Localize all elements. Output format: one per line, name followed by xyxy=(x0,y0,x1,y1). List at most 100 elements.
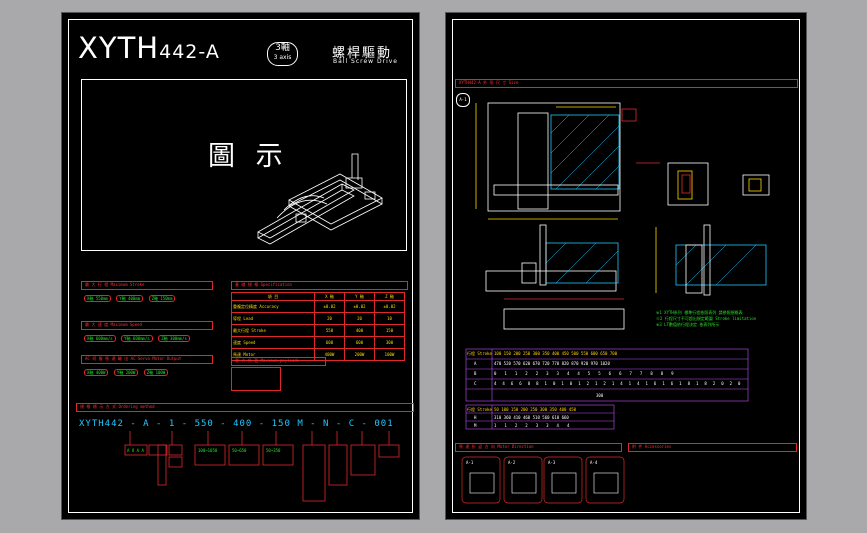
table1-cell: 450 xyxy=(561,351,569,356)
table1-cell: 10 xyxy=(544,381,562,386)
table1-cell: 1020 xyxy=(600,361,610,366)
motor-option-a2: A-2 xyxy=(508,460,516,465)
table1-cell: 920 xyxy=(580,361,589,366)
table2-cell: 2 xyxy=(514,423,526,428)
table1-cell: 20 xyxy=(729,381,746,386)
table1-cell: 2 xyxy=(525,371,536,376)
table1-cell: 14 xyxy=(628,381,646,386)
table1-cell: 770 xyxy=(551,361,560,366)
table1-cell: 8 xyxy=(650,371,661,376)
table1-cell: 670 xyxy=(532,361,540,366)
table2-cell: 1 xyxy=(494,423,505,428)
table1-row-label-b: B xyxy=(474,371,477,376)
table2-cell: 510 xyxy=(532,415,540,420)
table1-cell: 16 xyxy=(645,381,663,386)
table2-cell: 250 xyxy=(530,407,538,412)
table1-cell: 8 xyxy=(536,381,545,386)
table1-cell: 700 xyxy=(609,351,618,356)
table1-cell: 650 xyxy=(600,351,608,356)
table1-cell: 150 xyxy=(503,351,511,356)
table1-cell: 12 xyxy=(578,381,596,386)
table2-cell: 560 xyxy=(542,415,550,420)
section-motor-direction: 馬 達 折 返 方 向 Motor Direction xyxy=(455,443,622,452)
table2-row-label-h: H xyxy=(474,415,477,420)
table2-row-label-m: M xyxy=(474,423,477,428)
table1-cell: 4 xyxy=(577,371,588,376)
svg-text:A O A A: A O A A xyxy=(127,448,144,453)
table2-cell: 200 xyxy=(520,407,528,412)
table2-cell: 3 xyxy=(546,423,557,428)
table1-cell: 0 xyxy=(494,371,505,376)
table1-row-a: 470 520 570 620 670 720 770 820 870 920 … xyxy=(494,361,746,366)
table2-cell: 300 xyxy=(539,407,548,412)
table1-cell: 10 xyxy=(561,381,579,386)
section-accessories-label: 附 件 Accessories xyxy=(632,444,672,449)
table1-cell: 4 xyxy=(502,381,511,386)
table1-cell: 16 xyxy=(662,381,680,386)
table1-header-left: 行程 Stroke xyxy=(467,351,492,356)
table1-cell: 1 xyxy=(504,371,515,376)
table2-cell: 1 xyxy=(504,423,515,428)
table1-cell: 5 xyxy=(598,371,609,376)
table1-cell: 550 xyxy=(580,351,589,356)
table1-cell: 720 xyxy=(542,361,550,366)
table2-cell: 410 xyxy=(513,415,521,420)
svg-text:50~350: 50~350 xyxy=(266,448,281,453)
table1-cell: 250 xyxy=(522,351,531,356)
table2-cell: 310 xyxy=(494,415,502,420)
section-motor-direction-label: 馬 達 折 返 方 向 Motor Direction xyxy=(459,444,534,449)
table1-cell: 3 xyxy=(546,371,557,376)
motor-option-a3: A-3 xyxy=(548,460,556,465)
table2-cell: 4 xyxy=(566,423,578,428)
table1-footer: 300 xyxy=(596,393,604,398)
table2-cell: 150 xyxy=(510,407,519,412)
note-line: ※3 LT數值依行程決定 依表列所示 xyxy=(656,322,720,327)
table2-cell: 2 xyxy=(525,423,536,428)
section-accessories: 附 件 Accessories xyxy=(628,443,797,452)
table1-cell: 2 xyxy=(535,371,547,376)
table1-cell: 6 xyxy=(608,371,620,376)
table1-cell: 20 xyxy=(712,381,730,386)
table2-cell: 100 xyxy=(501,407,509,412)
svg-text:50~650: 50~650 xyxy=(232,448,247,453)
table1-row-label-c: C xyxy=(474,381,477,386)
table2-row-h: 310 360 410 460 510 560 610 660 xyxy=(494,415,612,420)
table1-cell: 200 xyxy=(513,351,521,356)
table1-cell: 7 xyxy=(629,371,640,376)
table1-row-b: 011223344556677889 xyxy=(494,371,746,376)
table1-cell: 600 xyxy=(590,351,598,356)
ordering-code-breakdown: A O A A 100~1050 50~650 50~350 xyxy=(124,431,400,502)
table2-cell: 450 xyxy=(568,407,577,412)
table2-cell: 660 xyxy=(561,415,569,420)
table1-cell: 14 xyxy=(611,381,629,386)
table1-cell: 9 xyxy=(671,371,682,376)
table2-cell: 360 xyxy=(503,415,511,420)
table1-cell: 400 xyxy=(551,351,560,356)
table2-row-m: 11223344 xyxy=(494,423,612,428)
note-lines: ※1 XYTH系列 標準行程依照表列 請參照規格表 ※2 行程尺寸不可超出規定範… xyxy=(656,310,756,328)
left-drawing-sheet: XYTH442-A 3軸 3 axis 螺桿驅動 Ball Screw Driv… xyxy=(61,12,420,520)
table1-stroke-row: 100 150 200 250 300 350 400 450 500 550 … xyxy=(494,351,746,356)
table1-cell: 12 xyxy=(595,381,612,386)
table1-cell: 820 xyxy=(561,361,569,366)
table1-cell: 6 xyxy=(510,381,520,386)
table2-cell: 460 xyxy=(522,415,531,420)
table2-cell: 50 xyxy=(494,407,499,412)
table2-cell: 4 xyxy=(556,423,567,428)
motor-option-a1: A-1 xyxy=(466,460,474,465)
table2-cell: 3 xyxy=(535,423,547,428)
table1-cell: 5 xyxy=(587,371,599,376)
table1-cell: 100 xyxy=(494,351,502,356)
table1-cell: 18 xyxy=(679,381,696,386)
table1-cell: 6 xyxy=(519,381,528,386)
table1-cell: 970 xyxy=(590,361,598,366)
table1-cell: 870 xyxy=(571,361,579,366)
table1-cell: 3 xyxy=(556,371,567,376)
table2-cell: 350 xyxy=(549,407,557,412)
table1-cell: 350 xyxy=(542,351,550,356)
table1-row-label-a: A xyxy=(474,361,477,366)
table2-header-left: 行程 Stroke xyxy=(467,407,492,412)
table2-cell: 610 xyxy=(551,415,560,420)
table1-cell: 18 xyxy=(695,381,713,386)
table1-cell: 4 xyxy=(566,371,578,376)
